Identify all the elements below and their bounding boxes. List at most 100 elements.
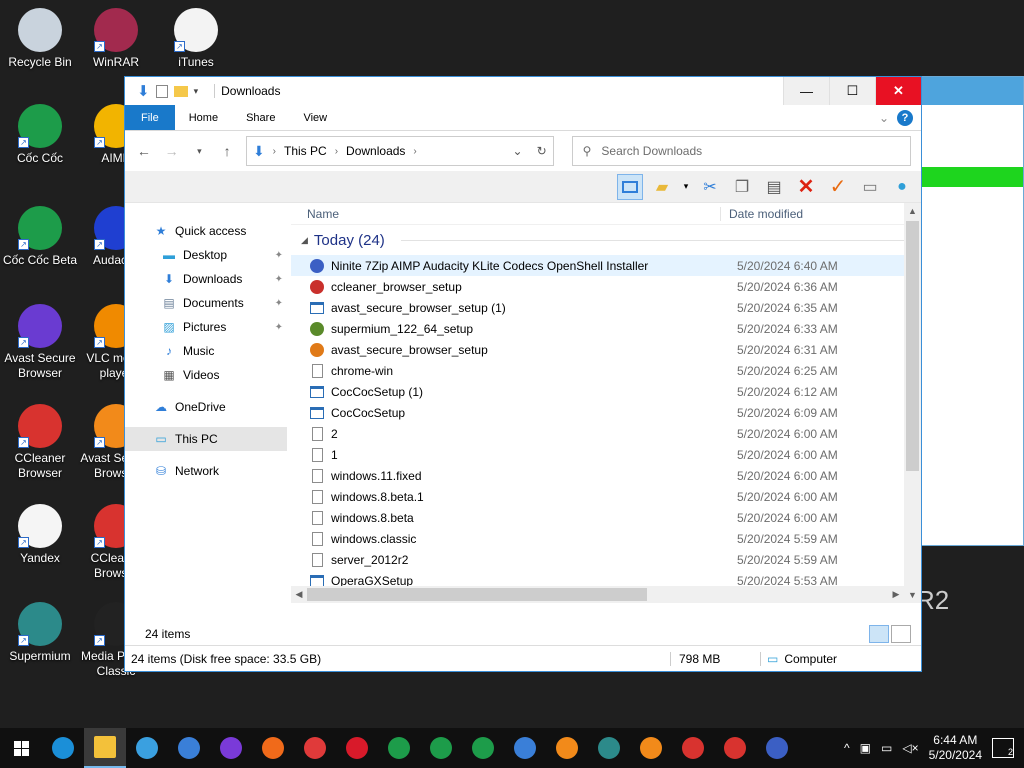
taskbar-store[interactable]: [126, 728, 168, 768]
taskbar-coccoc-can[interactable]: [378, 728, 420, 768]
taskbar-vivaldi[interactable]: [294, 728, 336, 768]
desktop-icon[interactable]: ↗ iTunes: [156, 8, 236, 70]
scroll-down-icon[interactable]: ▼: [904, 587, 921, 603]
nav-videos[interactable]: ▦ Videos: [125, 363, 291, 387]
column-date-modified[interactable]: Date modified: [721, 207, 803, 221]
file-row[interactable]: avast_secure_browser_setup (1) 5/20/2024 …: [291, 297, 921, 318]
dropdown-icon[interactable]: ▾: [681, 174, 691, 200]
forward-arrow-icon[interactable]: →: [163, 143, 181, 159]
column-name[interactable]: Name: [291, 206, 721, 221]
breadcrumb-separator-icon[interactable]: ›: [335, 146, 338, 157]
checkmark-icon[interactable]: ✓: [825, 174, 851, 200]
refresh-icon[interactable]: ↻: [537, 144, 547, 158]
scroll-right-icon[interactable]: ▶: [888, 586, 904, 603]
close-button[interactable]: ✕: [875, 77, 921, 105]
file-row[interactable]: server_2012r2 5/20/2024 5:59 AM: [291, 549, 921, 570]
cut-icon[interactable]: ✂: [697, 174, 723, 200]
breadcrumb-this-pc[interactable]: This PC: [284, 144, 327, 158]
navigation-pane[interactable]: ★ Quick access ▬ Desktop ✦ ⬇ Downloads ✦ ▤ Docu…: [125, 203, 291, 623]
file-row[interactable]: Ninite 7Zip AIMP Audacity KLite Codecs O…: [291, 255, 921, 276]
down-arrow-icon[interactable]: ⬇: [137, 82, 150, 100]
notification-center-icon[interactable]: 2: [992, 738, 1014, 758]
title-bar[interactable]: ⬇ ▾ Downloads — ☐ ✕: [125, 77, 921, 105]
file-row[interactable]: ccleaner_browser_setup 5/20/2024 6:36 AM: [291, 276, 921, 297]
taskbar-supermium[interactable]: [588, 728, 630, 768]
address-dropdown-icon[interactable]: ⌄: [513, 144, 523, 158]
recent-locations-chevron-icon[interactable]: ▾: [190, 146, 208, 157]
help-icon[interactable]: ?: [897, 109, 913, 126]
file-row[interactable]: avast_secure_browser_setup 5/20/2024 6:31…: [291, 339, 921, 360]
taskbar-avast[interactable]: [546, 728, 588, 768]
desktop-icon[interactable]: ↗ Yandex: [0, 504, 80, 566]
taskbar-coccoc-beta[interactable]: [462, 728, 504, 768]
taskbar-opera[interactable]: [336, 728, 378, 768]
taskbar-ccleaner[interactable]: [672, 728, 714, 768]
maximize-button[interactable]: ☐: [829, 77, 875, 105]
minimize-button[interactable]: —: [783, 77, 829, 105]
tab-home[interactable]: Home: [175, 105, 232, 130]
taskbar-coccoc[interactable]: [420, 728, 462, 768]
file-row[interactable]: windows.classic 5/20/2024 5:59 AM: [291, 528, 921, 549]
camera-icon[interactable]: ▣: [860, 741, 871, 755]
nav-pictures[interactable]: ▨ Pictures ✦: [125, 315, 291, 339]
volume-mute-icon[interactable]: ◁×: [902, 741, 918, 755]
file-row[interactable]: supermium_122_64_setup 5/20/2024 6:33 AM: [291, 318, 921, 339]
desktop-icon[interactable]: ↗ Avast Secure Browser: [0, 304, 80, 381]
pin-icon[interactable]: ✦: [275, 250, 283, 261]
folder-icon[interactable]: [173, 85, 188, 97]
nav-documents[interactable]: ▤ Documents ✦: [125, 291, 291, 315]
chevron-down-icon[interactable]: ▾: [194, 86, 199, 97]
copy-icon[interactable]: ❐: [729, 174, 755, 200]
breadcrumb-separator-icon[interactable]: ›: [273, 146, 276, 157]
new-folder-icon[interactable]: ▰: [649, 174, 675, 200]
taskbar-mail[interactable]: [168, 728, 210, 768]
taskbar-ninite[interactable]: [756, 728, 798, 768]
breadcrumb-separator-icon[interactable]: ›: [413, 146, 416, 157]
taskbar-ccleaner-2[interactable]: [714, 728, 756, 768]
file-row[interactable]: CocCocSetup (1) 5/20/2024 6:12 AM: [291, 381, 921, 402]
details-view-icon[interactable]: [869, 625, 889, 643]
file-row[interactable]: CocCocSetup 5/20/2024 6:09 AM: [291, 402, 921, 423]
nav-desktop[interactable]: ▬ Desktop ✦: [125, 243, 291, 267]
start-button[interactable]: [0, 728, 42, 768]
rename-icon[interactable]: ▭: [857, 174, 883, 200]
taskbar-chromium[interactable]: [504, 728, 546, 768]
taskbar-brave[interactable]: [252, 728, 294, 768]
large-icons-view-icon[interactable]: [891, 625, 911, 643]
clock[interactable]: 6:44 AM 5/20/2024: [929, 733, 982, 763]
file-row[interactable]: windows.11.fixed 5/20/2024 6:00 AM: [291, 465, 921, 486]
desktop-icon[interactable]: ↗ Supermium: [0, 602, 80, 664]
file-list[interactable]: Name Date modified ◢ Today (24) Ninite 7…: [291, 203, 921, 623]
desktop-icon[interactable]: ↗ WinRAR: [76, 8, 156, 70]
nav-network[interactable]: ⛁ Network: [125, 459, 291, 483]
scroll-left-icon[interactable]: ◀: [291, 586, 307, 603]
pin-icon[interactable]: ✦: [275, 298, 283, 309]
desktop-icon[interactable]: ↗ Cốc Cốc: [0, 104, 80, 166]
desktop-icon[interactable]: Recycle Bin: [0, 8, 80, 70]
taskbar-edge[interactable]: [42, 728, 84, 768]
pin-icon[interactable]: ✦: [275, 274, 283, 285]
nav-this-pc[interactable]: ▭ This PC: [125, 427, 287, 451]
pin-icon[interactable]: ✦: [275, 322, 283, 333]
chevron-up-icon[interactable]: ^: [844, 741, 850, 755]
nav-quick-access[interactable]: ★ Quick access: [125, 219, 291, 243]
tab-view[interactable]: View: [289, 105, 341, 130]
properties-icon[interactable]: [155, 84, 168, 98]
back-arrow-icon[interactable]: ←: [135, 143, 153, 159]
breadcrumb-downloads[interactable]: Downloads: [346, 144, 405, 158]
nav-onedrive[interactable]: ☁ OneDrive: [125, 395, 291, 419]
search-input[interactable]: ⚲ Search Downloads: [571, 136, 911, 166]
properties-globe-icon[interactable]: ●: [889, 174, 915, 200]
address-bar[interactable]: ⬇ › This PC › Downloads › ⌄ ↻: [245, 136, 554, 166]
network-icon[interactable]: ▭: [881, 741, 892, 755]
taskbar-avast-2[interactable]: [630, 728, 672, 768]
tab-share[interactable]: Share: [232, 105, 289, 130]
collapse-icon[interactable]: ◢: [301, 235, 308, 246]
scroll-thumb[interactable]: [906, 221, 919, 471]
delete-icon[interactable]: ✕: [793, 174, 819, 200]
file-row[interactable]: windows.8.beta 5/20/2024 6:00 AM: [291, 507, 921, 528]
nav-music[interactable]: ♪ Music: [125, 339, 291, 363]
taskbar-explorer[interactable]: [84, 728, 126, 768]
nav-downloads[interactable]: ⬇ Downloads ✦: [125, 267, 291, 291]
taskbar-firefox[interactable]: [210, 728, 252, 768]
